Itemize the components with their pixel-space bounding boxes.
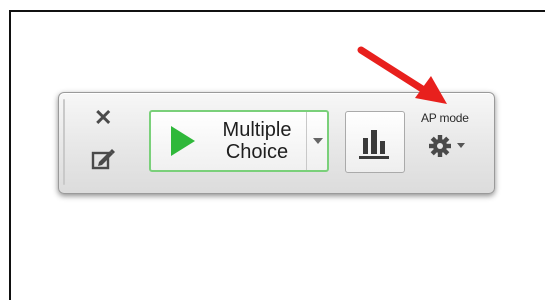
- edit-icon[interactable]: [90, 145, 116, 171]
- dropdown-divider: [306, 112, 307, 170]
- poll-type-line2: Choice: [225, 141, 289, 163]
- close-icon[interactable]: ✕: [94, 107, 112, 129]
- play-icon: [171, 126, 195, 156]
- poll-type-line1: Multiple: [222, 119, 292, 141]
- show-results-button[interactable]: [345, 111, 405, 173]
- start-poll-button[interactable]: Multiple Choice: [149, 110, 329, 172]
- bar-chart-icon: [359, 130, 389, 159]
- drag-handle[interactable]: [63, 99, 65, 185]
- ap-mode-label: AP mode: [421, 111, 469, 125]
- edit-pencil-icon: [91, 149, 115, 170]
- annotation-arrow-icon: [357, 46, 447, 104]
- settings-menu-button[interactable]: [427, 133, 477, 159]
- poll-type-dropdown-icon[interactable]: [313, 138, 323, 144]
- chevron-down-icon: [457, 143, 465, 148]
- gear-icon: [429, 135, 451, 157]
- poll-type-label: Multiple Choice: [207, 119, 307, 163]
